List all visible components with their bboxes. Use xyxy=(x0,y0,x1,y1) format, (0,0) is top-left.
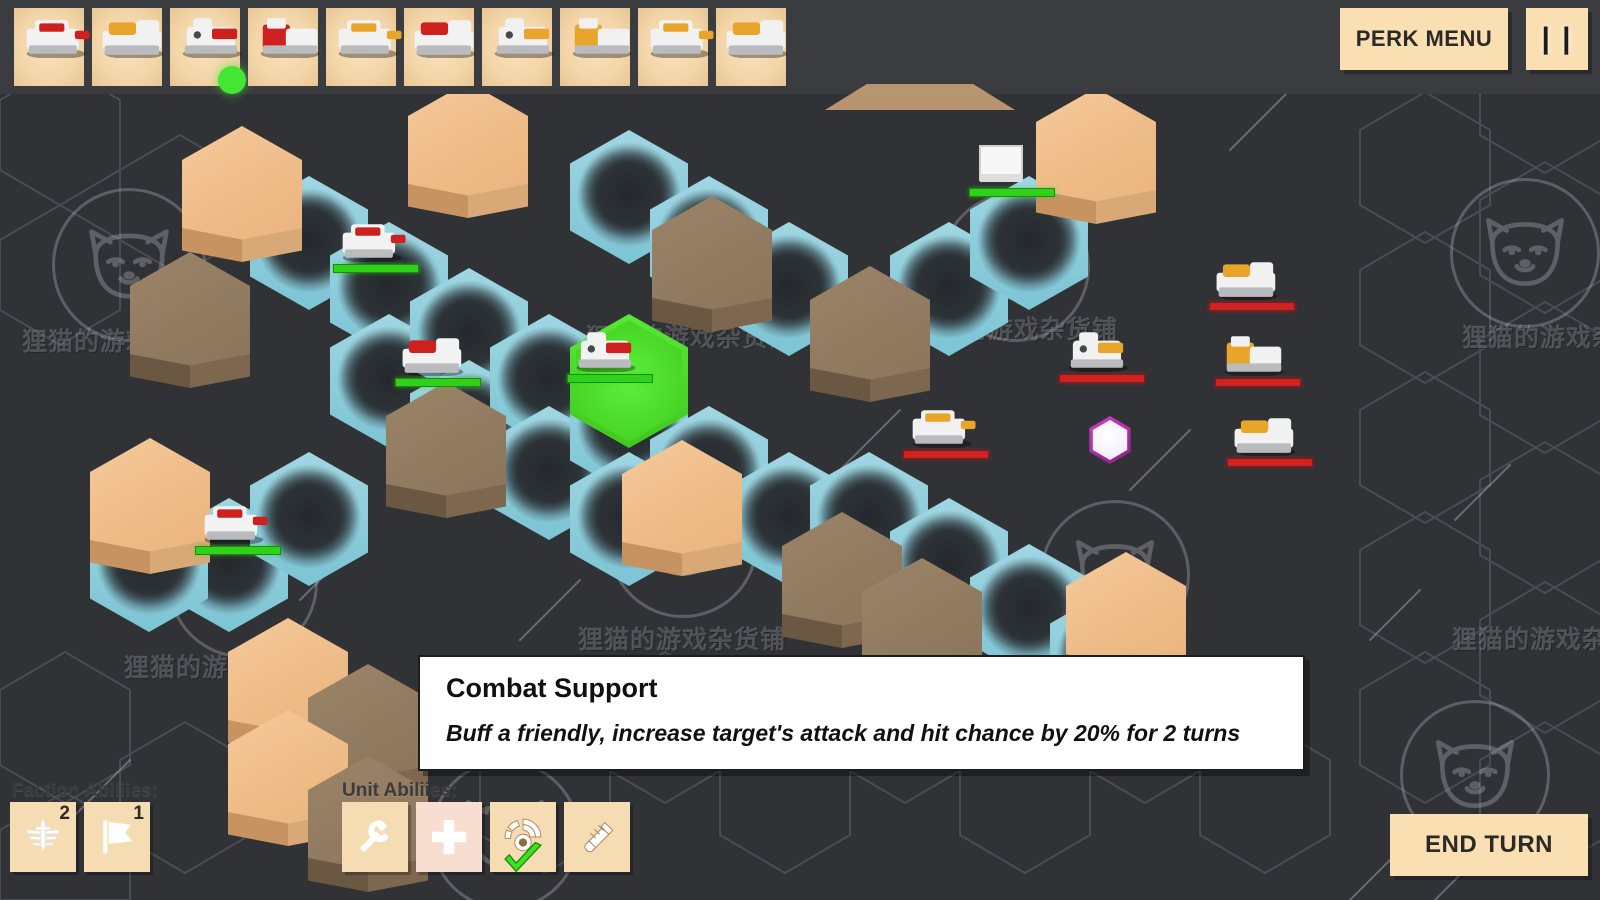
unit-friendly[interactable] xyxy=(567,328,653,388)
unit-portrait-bar: PERK MENU | | xyxy=(0,0,1600,110)
unit-health-bar xyxy=(195,546,281,555)
unit-friendly[interactable] xyxy=(333,218,419,278)
unit-enemy[interactable] xyxy=(1227,412,1313,472)
unit-sprite xyxy=(570,328,650,374)
unit-enemy[interactable] xyxy=(1209,256,1295,316)
tooltip-title: Combat Support xyxy=(446,673,658,703)
unit-portrait-9[interactable] xyxy=(638,8,714,86)
wrench-icon xyxy=(359,820,389,853)
unit-friendly[interactable] xyxy=(969,142,1055,202)
unit-health-bar xyxy=(1059,374,1145,383)
unit-portrait-10[interactable] xyxy=(716,8,788,86)
portrait-sprite xyxy=(488,14,554,80)
plus-icon xyxy=(431,819,467,855)
perk-menu-label: PERK MENU xyxy=(1355,26,1493,51)
flag-icon xyxy=(103,820,133,854)
ability-selected-check-icon xyxy=(504,842,543,873)
unit-health-bar xyxy=(567,374,653,383)
unit-abilities-row xyxy=(342,802,630,873)
unit-portrait-6[interactable] xyxy=(404,8,476,86)
unit-portrait-4[interactable] xyxy=(248,8,320,86)
unit-ability-grenade[interactable] xyxy=(564,802,630,872)
unit-portrait-3[interactable] xyxy=(170,8,246,94)
portrait-sprite xyxy=(20,14,90,80)
unit-friendly[interactable] xyxy=(395,332,481,392)
unit-ability-combat-support[interactable] xyxy=(490,802,556,873)
game-screen: 狸猫的游戏杂货铺 狸猫的游戏杂货铺 狸猫的游戏杂货铺 狸猫的游戏杂货铺 狸猫的游… xyxy=(0,0,1600,900)
unit-enemy[interactable] xyxy=(1059,328,1145,388)
unit-ability-wrench[interactable] xyxy=(342,802,408,872)
unit-portrait-5[interactable] xyxy=(326,8,402,86)
energy-orb[interactable] xyxy=(1082,412,1138,468)
tooltip-description: Buff a friendly, increase target's attac… xyxy=(446,720,1241,746)
unit-sprite xyxy=(336,218,416,264)
pause-button[interactable]: | | xyxy=(1526,8,1588,70)
unit-health-bar xyxy=(395,378,481,387)
unit-health-bar xyxy=(1215,378,1301,387)
unit-sprite xyxy=(1218,332,1298,378)
unit-portrait-8[interactable] xyxy=(560,8,632,86)
portrait-sprite xyxy=(254,14,320,80)
faction-ability-winged-sword[interactable]: 2 xyxy=(10,802,76,872)
active-unit-indicator xyxy=(218,66,246,94)
faction-abilities-row: 2 1 xyxy=(10,802,150,872)
unit-portrait-1[interactable] xyxy=(14,8,90,86)
end-turn-button[interactable]: END TURN xyxy=(1390,814,1588,876)
portrait-sprite xyxy=(98,14,164,80)
unit-portrait-2[interactable] xyxy=(92,8,164,86)
portrait-sprite xyxy=(644,14,714,80)
unit-health-bar xyxy=(903,450,989,459)
faction-ability-charges: 2 xyxy=(59,803,70,824)
unit-sprite xyxy=(398,332,478,378)
perk-menu-button[interactable]: PERK MENU xyxy=(1340,8,1508,70)
unit-friendly[interactable] xyxy=(195,500,281,560)
portrait-sprite xyxy=(332,14,402,80)
grenade-icon xyxy=(584,821,614,853)
portrait-sprite xyxy=(566,14,632,80)
unit-sprite xyxy=(1212,256,1292,302)
faction-ability-charges: 1 xyxy=(133,803,144,824)
end-turn-label: END TURN xyxy=(1425,831,1553,858)
unit-sprite xyxy=(1062,328,1142,374)
faction-ability-flag[interactable]: 1 xyxy=(84,802,150,872)
pause-icon: | | xyxy=(1541,22,1573,55)
unit-enemy[interactable] xyxy=(903,404,989,464)
portrait-sprite xyxy=(410,14,476,80)
portrait-sprite xyxy=(722,14,788,80)
unit-health-bar xyxy=(969,188,1055,197)
unit-abilities-label: Unit Abiliies: xyxy=(342,780,458,801)
faction-abilities-label: Faction Abiliies: xyxy=(12,780,159,801)
unit-enemy[interactable] xyxy=(1215,332,1301,392)
unit-sprite xyxy=(1230,412,1310,458)
unit-health-bar xyxy=(1209,302,1295,311)
unit-health-bar xyxy=(333,264,419,273)
unit-portrait-7[interactable] xyxy=(482,8,554,86)
unit-sprite xyxy=(198,500,278,546)
ability-tooltip: Combat Support Buff a friendly, increase… xyxy=(418,655,1305,771)
unit-ability-heal[interactable] xyxy=(416,802,482,872)
unit-health-bar xyxy=(1227,458,1313,467)
unit-sprite xyxy=(972,142,1052,188)
unit-sprite xyxy=(906,404,986,450)
